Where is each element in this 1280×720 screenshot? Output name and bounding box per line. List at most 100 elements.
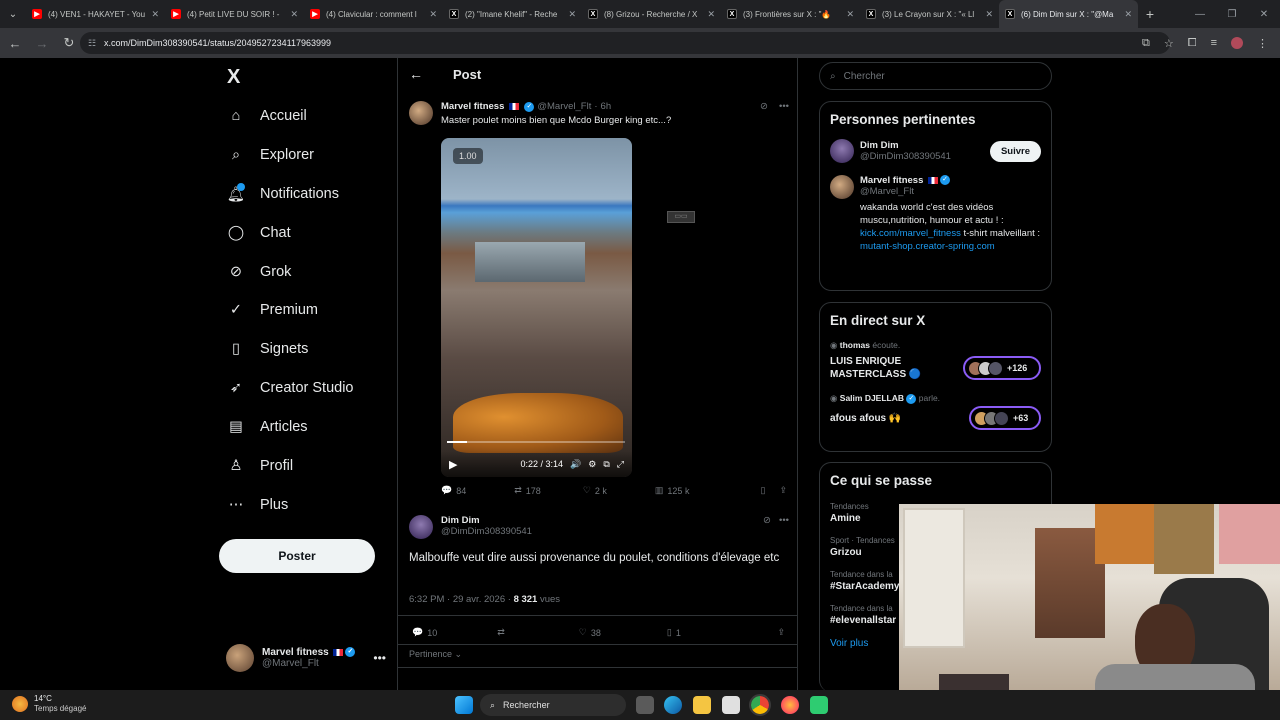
minimize-icon[interactable]: — xyxy=(1184,9,1216,20)
person-name[interactable]: Dim Dim xyxy=(860,140,899,151)
post-button[interactable]: Poster xyxy=(219,539,375,573)
tab-close-icon[interactable]: ✕ xyxy=(151,9,159,20)
reply-icon[interactable]: 💬 10 xyxy=(412,627,437,638)
nav-item-chat[interactable]: ◯ Chat xyxy=(226,216,291,250)
follow-button[interactable]: Suivre xyxy=(989,140,1041,162)
tab-close-icon[interactable]: ✕ xyxy=(707,9,715,20)
extensions-icon[interactable]: ⧠ xyxy=(1188,37,1197,50)
app-icon[interactable] xyxy=(810,696,828,714)
profile-icon[interactable] xyxy=(1231,37,1243,49)
nav-item-signets[interactable]: ▯ Signets xyxy=(226,332,308,366)
repost-icon[interactable]: ⇄ 178 xyxy=(514,485,541,496)
playback-speed[interactable]: 1.00 xyxy=(453,148,483,164)
nav-item-grok[interactable]: ⊘ Grok xyxy=(226,255,292,289)
repost-icon[interactable]: ⇄ xyxy=(497,627,509,638)
file-explorer-icon[interactable] xyxy=(693,696,711,714)
forward-icon[interactable]: → xyxy=(30,31,54,55)
card-title: Personnes pertinentes xyxy=(830,112,976,127)
browser-tab[interactable]: X (6) Dim Dim sur X : "@Ma ✕ xyxy=(999,0,1138,28)
browser-tab[interactable]: X (3) Frontières sur X : "🔥 ✕ xyxy=(721,0,860,28)
bio-link[interactable]: kick.com/marvel_fitness xyxy=(860,228,961,239)
share-icon[interactable]: ⇪ xyxy=(777,627,785,638)
firefox-icon[interactable] xyxy=(781,696,799,714)
like-icon[interactable]: ♡ 38 xyxy=(579,627,601,638)
play-icon[interactable]: ▶ xyxy=(449,458,457,471)
browser-tab[interactable]: X (8) Grizou - Recherche / X ✕ xyxy=(582,0,721,28)
nav-item-explorer[interactable]: ⌕ Explorer xyxy=(226,138,314,172)
nav-item-plus[interactable]: ⋯ Plus xyxy=(226,488,288,522)
settings-icon[interactable]: ⚙ xyxy=(588,459,596,470)
reload-icon[interactable]: ↻ xyxy=(57,31,81,55)
bookmark-icon[interactable]: ▯ 1 xyxy=(667,627,681,638)
url-field[interactable]: ☷ x.com/DimDim308390541/status/204952723… xyxy=(80,32,1170,54)
account-switcher[interactable]: Marvel fitness ✓ @Marvel_Flt ••• xyxy=(226,644,386,672)
browser-tab[interactable]: ▶ (4) Petit LIVE DU SOIR ! - ✕ xyxy=(165,0,304,28)
person-name[interactable]: Marvel fitness xyxy=(860,175,923,186)
nav-item-premium[interactable]: ✓ Premium xyxy=(226,293,318,327)
quoted-post[interactable]: Marvel fitness ✓ @Marvel_Flt · 6h ⊘ ••• … xyxy=(409,101,789,126)
views-icon[interactable]: ▥ 125 k xyxy=(655,485,690,496)
x-logo[interactable]: X xyxy=(227,66,240,89)
back-arrow-icon[interactable]: ← xyxy=(409,66,423,82)
space-item[interactable]: LUIS ENRIQUE MASTERCLASS 🔵 +126 xyxy=(830,355,1041,381)
volume-icon[interactable]: 🔊 xyxy=(570,459,581,470)
grok-icon[interactable]: ⊘ xyxy=(763,515,771,526)
task-view-icon[interactable] xyxy=(636,696,654,714)
start-icon[interactable] xyxy=(455,696,473,714)
close-icon[interactable]: ✕ xyxy=(1248,9,1280,20)
weather-icon xyxy=(12,696,28,712)
browser-tab[interactable]: ▶ (4) Clavicular : comment l ✕ xyxy=(304,0,443,28)
tab-close-icon[interactable]: ✕ xyxy=(429,9,437,20)
address-bar-row: ← → ↻ ☷ x.com/DimDim308390541/status/204… xyxy=(0,28,1280,58)
tab-search-icon[interactable]: ⌄ xyxy=(0,0,26,28)
avatar[interactable] xyxy=(830,139,854,163)
browser-tab[interactable]: X (3) Le Crayon sur X : "« Ll ✕ xyxy=(860,0,999,28)
edge-icon[interactable] xyxy=(664,696,682,714)
more-icon[interactable]: ••• xyxy=(373,651,386,665)
bookmark-icon[interactable]: ▯ xyxy=(761,485,766,496)
space-item[interactable]: afous afous 🙌 +63 xyxy=(830,406,1041,430)
captions-icon[interactable]: ⧉ xyxy=(603,459,609,470)
grok-icon[interactable]: ⊘ xyxy=(760,101,768,112)
video-progress[interactable] xyxy=(447,441,625,443)
restore-icon[interactable]: ❐ xyxy=(1216,9,1248,20)
nav-item-articles[interactable]: ▤ Articles xyxy=(226,410,307,444)
avatar[interactable] xyxy=(830,175,854,199)
bio-link[interactable]: mutant-shop.creator-spring.com xyxy=(860,241,995,252)
more-icon[interactable]: ••• xyxy=(779,515,789,526)
nav-item-profil[interactable]: ♙ Profil xyxy=(226,449,294,483)
site-info-icon[interactable]: ☷ xyxy=(88,38,96,49)
like-icon[interactable]: ♡ 2 k xyxy=(583,485,607,496)
chrome-icon[interactable] xyxy=(749,694,771,716)
space-listeners[interactable]: +126 xyxy=(963,356,1041,380)
bookmark-star-icon[interactable]: ☆ xyxy=(1164,37,1174,50)
back-icon[interactable]: ← xyxy=(3,31,27,55)
video-player[interactable]: 1.00 ▶ 0:22 / 3:14 🔊 ⚙ ⧉ ⤢ xyxy=(441,138,632,477)
tab-close-icon[interactable]: ✕ xyxy=(846,9,854,20)
tab-close-icon[interactable]: ✕ xyxy=(290,9,298,20)
nav-item-notifications[interactable]: 🔔︎ Notifications xyxy=(226,177,339,211)
author-name[interactable]: Dim Dim xyxy=(441,515,480,526)
taskbar-search[interactable]: ⌕ Rechercher xyxy=(480,694,626,716)
nav-item-creator-studio[interactable]: ➶ Creator Studio xyxy=(226,371,354,405)
new-tab-button[interactable]: + xyxy=(1138,0,1162,28)
nav-item-accueil[interactable]: ⌂ Accueil xyxy=(226,99,307,133)
more-icon[interactable]: ••• xyxy=(779,101,789,112)
tab-close-icon[interactable]: ✕ xyxy=(985,9,993,20)
tab-close-icon[interactable]: ✕ xyxy=(568,9,576,20)
fullscreen-icon[interactable]: ⤢ xyxy=(617,459,624,470)
store-icon[interactable] xyxy=(722,696,740,714)
browser-tab[interactable]: X (2) "Imane Khelif" - Reche ✕ xyxy=(443,0,582,28)
tab-title: (4) Petit LIVE DU SOIR ! - xyxy=(187,9,280,19)
media-icon[interactable]: ≡ xyxy=(1211,37,1217,49)
share-icon[interactable]: ⇪ xyxy=(779,485,787,496)
search-input[interactable]: ⌕ Chercher xyxy=(819,62,1052,90)
space-listeners[interactable]: +63 xyxy=(969,406,1041,430)
browser-tab[interactable]: ▶ (4) VEN1 - HAKAYET - You ✕ xyxy=(26,0,165,28)
weather-widget[interactable]: 14°C Temps dégagé xyxy=(12,694,86,714)
install-app-icon[interactable]: ⧉ xyxy=(1142,37,1150,50)
tab-close-icon[interactable]: ✕ xyxy=(1124,9,1132,20)
menu-icon[interactable]: ⋮ xyxy=(1257,37,1268,50)
sort-dropdown[interactable]: Pertinence ⌄ xyxy=(409,649,462,660)
reply-icon[interactable]: 💬 84 xyxy=(441,485,466,496)
